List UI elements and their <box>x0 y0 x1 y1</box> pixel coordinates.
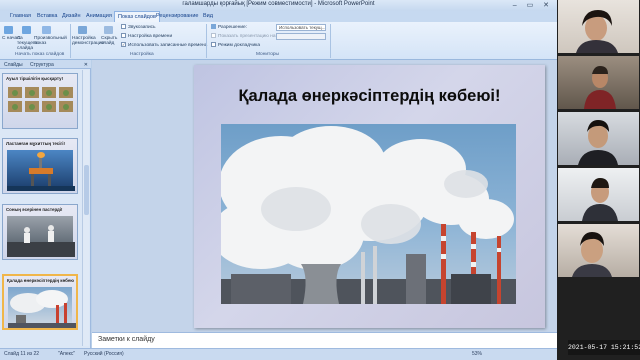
from-current-button[interactable]: С текущего слайда <box>17 36 37 51</box>
thumbnail-image <box>7 150 75 191</box>
resolution-text: Разрешение: <box>218 24 248 30</box>
slide-counter: Слайд 11 из 22 <box>4 351 40 357</box>
factory-smoke-icon <box>8 290 76 328</box>
theme-name: "Апекс" <box>58 351 76 357</box>
show-on-icon <box>211 33 216 38</box>
tab-outline[interactable]: Структура <box>30 62 54 68</box>
panel-scrollbar[interactable] <box>82 70 89 346</box>
setup-show-button[interactable]: Настройка демонстрации <box>72 36 104 46</box>
timestamp-overlay: 2021-05-17 15:21:52 <box>568 340 640 355</box>
grid-photos-icon <box>8 87 73 112</box>
monitor-icon <box>211 24 216 29</box>
show-on-label: Показать презентацию на: <box>211 33 277 39</box>
notes-pane[interactable]: Заметки к слайду <box>92 332 557 348</box>
tab-view[interactable]: Вид <box>203 13 213 19</box>
scrollbar-thumb[interactable] <box>84 165 89 215</box>
slideshow-start-icon <box>4 26 13 34</box>
video-tile[interactable] <box>558 168 639 221</box>
checkbox-checked-icon: ✓ <box>121 42 126 47</box>
participant-avatar-icon <box>576 10 618 53</box>
tab-home[interactable]: Главная <box>10 13 31 19</box>
tab-slides[interactable]: Слайды <box>4 62 23 68</box>
thumbnail-title: Ластанған мұхиттың тесігі! <box>6 141 65 146</box>
group-label-start: Начать показ слайдов <box>15 52 65 57</box>
separator <box>70 24 71 58</box>
slide-title[interactable]: Қалада өнеркәсіптердің көбеюі! <box>194 87 545 106</box>
thumbnail-title: Ауыл тіршілігін қысқарту! <box>6 76 64 81</box>
separator <box>330 24 331 58</box>
powerpoint-window: галамшарды қорғайық [Режим совместимости… <box>0 0 557 360</box>
language-indicator[interactable]: Русский (Россия) <box>84 351 124 357</box>
video-tile[interactable] <box>558 224 639 277</box>
ribbon: С начала С текущего слайда Произвольный … <box>0 22 557 60</box>
custom-show-icon <box>42 26 51 34</box>
thumbnail-image <box>8 287 76 328</box>
record-narration[interactable]: Звукозапись <box>121 24 156 30</box>
zoom-level[interactable]: 53% <box>472 351 482 357</box>
title-bar: галамшарды қорғайық [Режим совместимости… <box>0 0 557 11</box>
slide-thumbnail-selected[interactable]: Қалада өнеркәсіптердің көбеюі! <box>2 274 78 330</box>
oil-platform-icon <box>7 152 75 191</box>
presenter-view-label: Режим докладчика <box>218 42 261 48</box>
current-slide[interactable]: Қалада өнеркәсіптердің көбеюі! <box>194 65 545 328</box>
notes-placeholder[interactable]: Заметки к слайду <box>98 336 155 343</box>
show-on-dropdown[interactable] <box>276 33 326 40</box>
resolution-dropdown[interactable]: Использовать текущ... <box>276 24 326 31</box>
factory-smoke-image <box>221 126 516 304</box>
ribbon-tabs: Главная Вставка Дизайн Анимация Показ сл… <box>0 11 557 22</box>
record-icon <box>121 24 126 29</box>
thumbnail-image <box>7 216 75 257</box>
slide-editing-area: Қалада өнеркәсіптердің көбеюі! <box>92 60 557 332</box>
participant-avatar-icon <box>582 178 618 221</box>
window-controls[interactable]: – ▭ ✕ <box>513 1 553 9</box>
slide-photo[interactable] <box>221 124 516 304</box>
checkbox-icon <box>211 42 216 47</box>
tab-animation[interactable]: Анимация <box>86 13 112 19</box>
separator <box>206 24 207 58</box>
show-on-text: Показать презентацию на: <box>218 33 277 39</box>
people-working-icon <box>7 225 75 257</box>
video-tile[interactable] <box>558 56 639 109</box>
slide-thumbnail[interactable]: Соның әсерінен пастерді! <box>2 204 78 260</box>
slide-thumbnail[interactable]: Ластанған мұхиттың тесігі! <box>2 138 78 194</box>
video-call-panel <box>557 0 640 360</box>
hide-slide-button[interactable]: Скрыть слайд <box>101 36 117 46</box>
status-bar: Слайд 11 из 22 "Апекс" Русский (Россия) … <box>0 348 557 360</box>
tab-slideshow[interactable]: Показ слайдов <box>114 11 160 22</box>
group-label-setup: Настройка <box>130 52 154 57</box>
presenter-view-checkbox[interactable]: Режим докладчика <box>211 42 260 48</box>
participant-avatar-icon <box>584 66 616 109</box>
use-timings-label: Использовать записанные времена <box>128 42 208 48</box>
tab-review[interactable]: Рецензирование <box>156 13 198 19</box>
hide-slide-icon <box>104 26 113 34</box>
thumbnail-image <box>7 85 73 124</box>
video-tile[interactable] <box>558 112 639 165</box>
window-title: галамшарды қорғайық [Режим совместимости… <box>182 1 375 7</box>
slides-panel: Слайды Структура ✕ Ауыл тіршілігін қысқа… <box>0 60 91 348</box>
thumbnail-title: Соның әсерінен пастерді! <box>6 207 63 212</box>
use-timings-checkbox[interactable]: ✓ Использовать записанные времена <box>121 42 207 48</box>
thumbnail-title: Қалада өнеркәсіптердің көбеюі! <box>7 278 74 283</box>
slide-thumbnail[interactable]: Ауыл тіршілігін қысқарту! <box>2 73 78 129</box>
rehearse-timings[interactable]: Настройка времени <box>121 33 172 39</box>
record-label: Звукозапись <box>128 24 156 30</box>
participant-avatar-icon <box>578 120 618 165</box>
video-tile[interactable] <box>558 0 639 53</box>
close-icon[interactable]: ✕ <box>84 62 88 68</box>
custom-show-button[interactable]: Произвольный показ <box>34 36 67 46</box>
group-label-monitors: Мониторы <box>256 52 279 57</box>
participant-avatar-icon <box>572 232 612 277</box>
slideshow-current-icon <box>22 26 31 34</box>
tab-insert[interactable]: Вставка <box>37 13 57 19</box>
setup-show-icon <box>78 26 87 34</box>
rehearse-label: Настройка времени <box>128 33 173 39</box>
resolution-label: Разрешение: <box>211 24 247 30</box>
tab-design[interactable]: Дизайн <box>62 13 81 19</box>
panel-tabs: Слайды Структура ✕ <box>0 60 91 69</box>
rehearse-icon <box>121 33 126 38</box>
